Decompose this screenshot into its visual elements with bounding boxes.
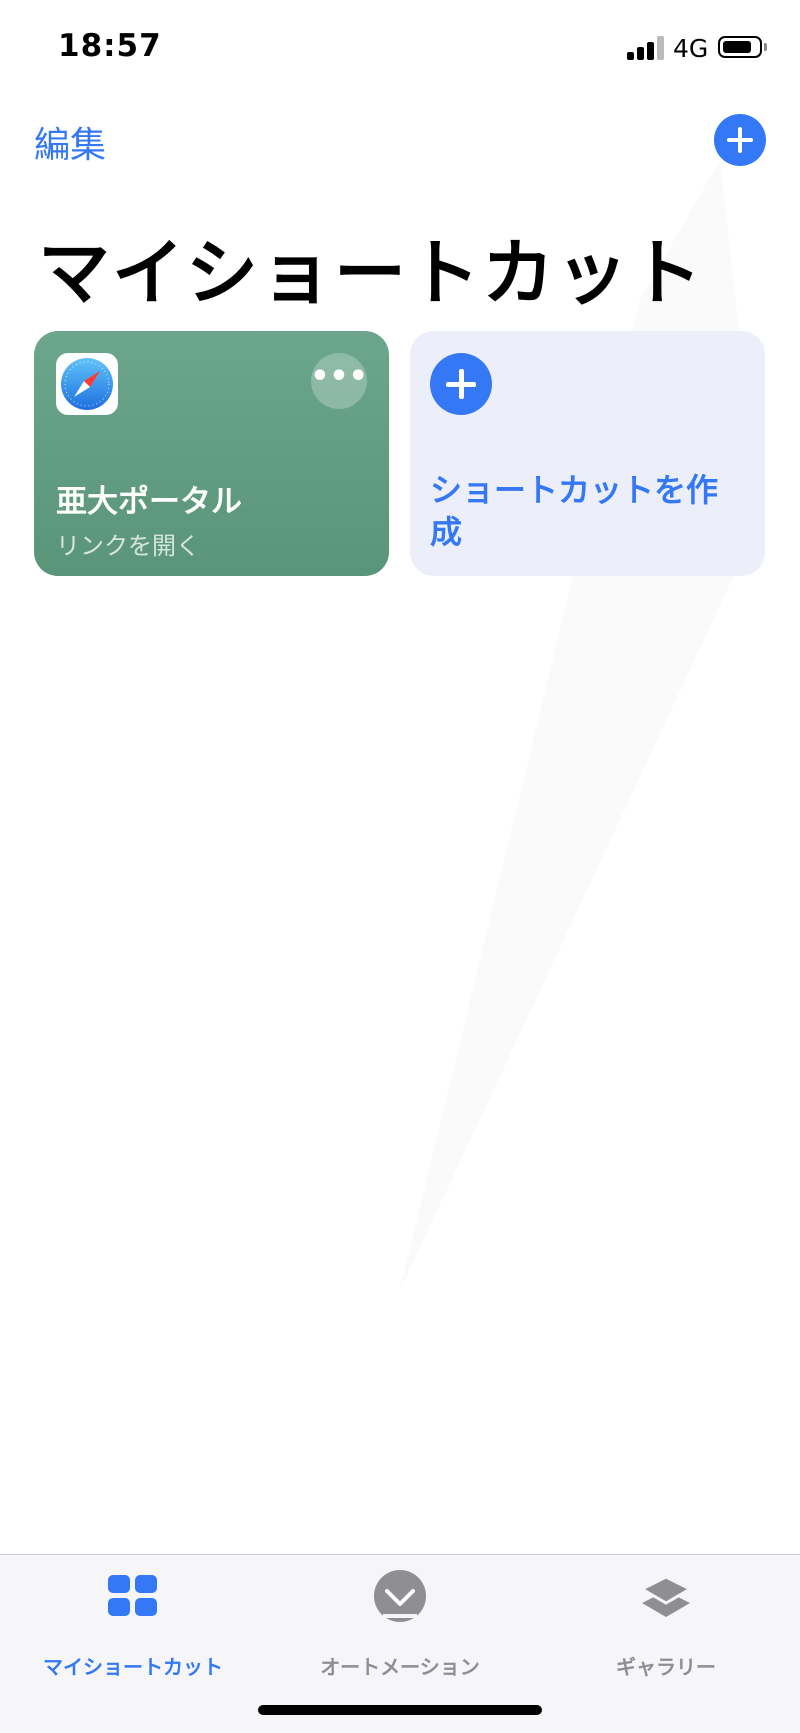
status-bar: 18:57 4G <box>0 0 800 100</box>
plus-circle-icon <box>430 353 492 415</box>
plus-icon <box>446 369 476 399</box>
shortcut-title: 亜大ポータル <box>56 484 242 520</box>
tab-my-shortcuts[interactable]: マイショートカット <box>0 1575 266 1685</box>
tab-label: ギャラリー <box>616 1655 716 1679</box>
add-shortcut-button[interactable] <box>714 114 766 166</box>
page-title: マイショートカット <box>38 231 705 315</box>
tab-label: オートメーション <box>320 1655 480 1679</box>
safari-icon <box>56 353 118 415</box>
network-type: 4G <box>673 34 709 63</box>
more-options-button[interactable]: ••• <box>310 353 368 409</box>
status-time: 18:57 <box>58 28 162 64</box>
signal-icon <box>627 36 665 60</box>
tab-label: マイショートカット <box>43 1655 223 1679</box>
ellipsis-icon: ••• <box>310 359 368 394</box>
create-shortcut-card[interactable]: ショートカットを作成 <box>410 331 765 576</box>
tab-gallery[interactable]: ギャラリー <box>533 1575 799 1685</box>
shortcut-subtitle: リンクを開く <box>56 532 200 560</box>
tab-automation[interactable]: オートメーション <box>267 1570 533 1685</box>
checkmark-circle-icon <box>374 1570 426 1622</box>
grid-icon <box>108 1575 157 1616</box>
edit-button[interactable]: 編集 <box>34 116 106 168</box>
battery-icon <box>718 36 762 58</box>
create-shortcut-label: ショートカットを作成 <box>430 471 719 551</box>
home-indicator <box>258 1705 542 1715</box>
shortcut-card[interactable]: ••• 亜大ポータル リンクを開く <box>34 331 389 576</box>
layers-icon <box>640 1575 692 1617</box>
plus-icon <box>727 127 753 153</box>
battery-cap <box>764 43 767 51</box>
tab-bar: マイショートカット オートメーション ギャラリー <box>0 1554 800 1733</box>
